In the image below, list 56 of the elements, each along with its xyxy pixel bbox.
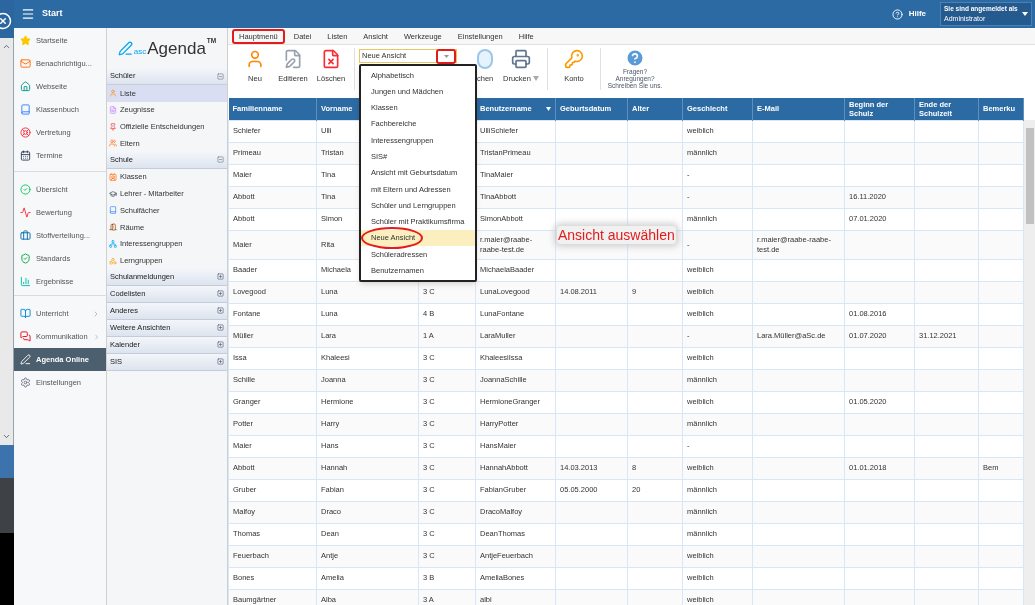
scrollbar[interactable] [0,38,14,445]
expand-icon [217,273,224,281]
pin-icon [109,122,117,131]
pulse-icon [20,207,31,218]
shapes-icon [109,256,117,265]
logo-prefix: asc [133,46,147,58]
window-strip [0,445,14,478]
people-icon [109,139,117,148]
delete-document-icon [321,49,341,69]
pen-logo-icon [117,40,133,56]
expand-icon [217,324,224,332]
chat-icon [20,331,31,342]
caret-icon [443,54,449,58]
search-icon [477,49,493,69]
help-link[interactable]: Hilfe [908,8,926,20]
document-icon [109,106,117,115]
person-icon [109,173,117,182]
printer-icon [511,49,531,69]
collapse-icon [217,72,224,80]
lifebuoy-icon [20,127,31,138]
collapse-icon [217,156,224,164]
expand-icon [217,307,224,315]
house-icon [20,81,31,92]
key-icon [564,49,584,69]
door-icon [109,223,117,232]
person-icon [109,89,117,98]
settings-icon [20,377,31,388]
mail-icon [20,58,31,69]
menu-icon[interactable] [21,7,35,21]
person-icon [245,49,265,69]
expand-icon [217,358,224,366]
scroll-down-icon[interactable] [2,432,11,441]
help-icon[interactable] [625,48,645,68]
graduation-cap-icon [109,189,117,198]
book-icon [20,104,31,115]
network-icon [109,239,117,248]
expand-icon [217,290,224,298]
star-icon [20,35,31,46]
edit-document-icon [283,49,303,69]
app-title: Start [42,7,63,21]
calendar-icon [20,150,31,161]
expand-icon [217,341,224,349]
pen-icon [20,354,31,365]
open-book-icon [20,308,31,319]
scroll-up-icon[interactable] [2,42,11,51]
bar-chart-icon [20,276,31,287]
caret-icon [1022,12,1028,16]
check-icon [20,184,31,195]
scrollbar[interactable] [1024,120,1035,605]
logo-name: Agenda [147,39,206,57]
help-icon[interactable] [891,8,903,20]
shield-icon [20,253,31,264]
briefcase-icon [20,230,31,241]
annotation-text: Ansicht auswählen [557,226,676,244]
book-icon [109,206,117,215]
panel-strip [0,478,14,533]
